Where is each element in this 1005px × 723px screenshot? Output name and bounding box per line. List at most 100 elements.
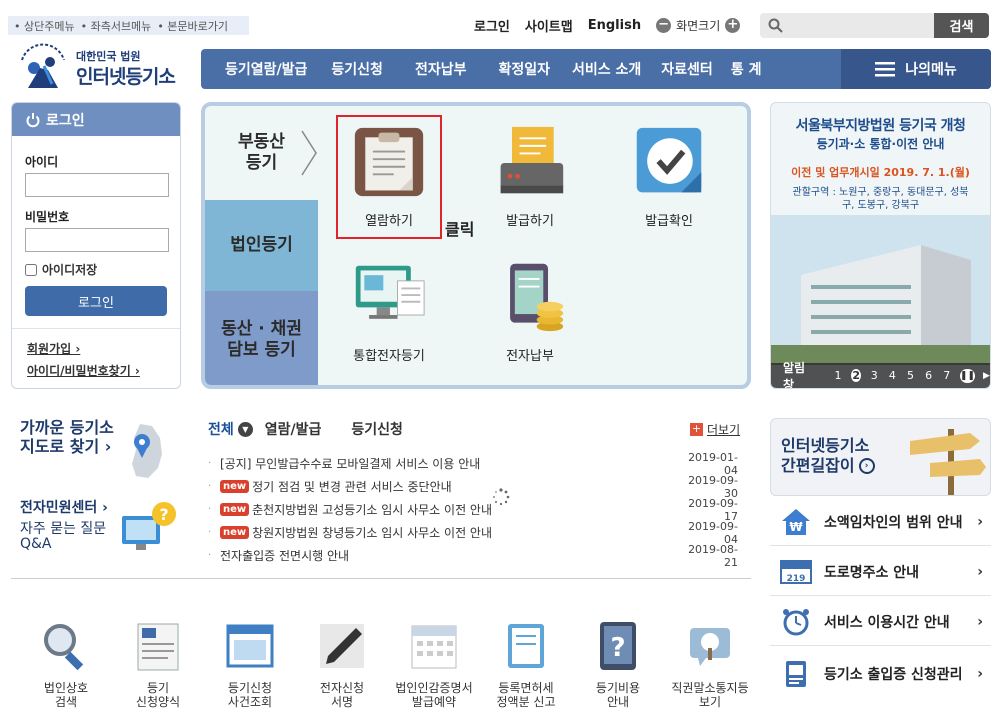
- bottom-item-case-lookup[interactable]: 등기신청 사건조회: [204, 620, 296, 709]
- more-link[interactable]: + 더보기: [690, 421, 740, 438]
- pause-icon[interactable]: ❚❚: [959, 368, 976, 383]
- nav-fixed-date[interactable]: 확정일자: [486, 59, 562, 79]
- logo[interactable]: 대한민국 법원 인터넷등기소: [14, 40, 194, 92]
- top-login-link[interactable]: 로그인: [474, 16, 510, 35]
- login-button[interactable]: 로그인: [25, 286, 167, 316]
- svg-text:₩: ₩: [789, 520, 803, 534]
- nearby-registry-link[interactable]: 가까운 등기소 지도로 찾기 ›: [20, 418, 114, 456]
- svg-text:?: ?: [610, 633, 625, 663]
- news-tab-view-issue[interactable]: 열람/발급: [265, 419, 322, 439]
- list-item[interactable]: · new 춘천지방법원 고성등기소 임시 사무소 이전 안내 2019-09-17: [208, 497, 738, 523]
- house-won-icon: ₩: [782, 508, 810, 535]
- right-link-small-tenant[interactable]: ₩ 소액임차인의 범위 안내 ›: [770, 498, 991, 546]
- tab-corporate-label: 법인등기: [230, 235, 293, 255]
- news-title: 창원지방법원 창녕등기소 임시 사무소 이전 안내: [252, 526, 493, 540]
- bottom-item-cancellation-notice[interactable]: 직권말소통지등 보기: [664, 620, 756, 709]
- chevron-right-icon: ›: [977, 563, 983, 580]
- search-button[interactable]: 검색: [934, 13, 989, 38]
- news-tab-apply[interactable]: 등기신청: [351, 419, 403, 439]
- save-id-checkbox[interactable]: [25, 263, 37, 276]
- service-e-payment[interactable]: 전자납부: [475, 260, 585, 364]
- bottom-item-seal-reservation[interactable]: 법인인감증명서 발급예약: [388, 620, 480, 709]
- bottom-item-corp-name-search[interactable]: 법인상호 검색: [20, 620, 112, 709]
- news-tab-all-label: 전체: [208, 422, 234, 438]
- nav-data-center[interactable]: 자료센터: [651, 59, 723, 79]
- monitor-document-icon: [355, 265, 425, 319]
- page-3[interactable]: 3: [869, 369, 879, 382]
- page-7[interactable]: 7: [942, 369, 952, 382]
- login-header-text: 로그인: [46, 112, 85, 129]
- tree-icon: [690, 628, 730, 666]
- news-tabs: 전체 ▼ 열람/발급 등기신청: [208, 419, 403, 439]
- news-tab-all[interactable]: 전체 ▼: [208, 419, 253, 439]
- id-field[interactable]: [25, 173, 169, 197]
- my-menu-button[interactable]: 나의메뉴: [841, 49, 991, 89]
- page-4[interactable]: 4: [887, 369, 897, 382]
- right-link-label: 서비스 이용시간 안내: [824, 614, 950, 631]
- nav-statistics[interactable]: 통 계: [723, 59, 770, 79]
- search-input[interactable]: [760, 13, 934, 38]
- my-menu-label: 나의메뉴: [905, 62, 957, 78]
- english-link[interactable]: English: [588, 18, 641, 33]
- nav-e-payment[interactable]: 전자납부: [395, 59, 487, 79]
- news-title: 춘천지방법원 고성등기소 임시 사무소 이전 안내: [252, 503, 493, 517]
- highlight-box: [336, 115, 442, 239]
- list-item[interactable]: · 전자출입증 전면시행 안내 2019-08-21: [208, 543, 738, 569]
- page-2[interactable]: 2: [851, 369, 862, 382]
- find-account-link[interactable]: 아이디/비밀번호찾기 ›: [27, 362, 180, 379]
- nav-service-intro[interactable]: 서비스 소개: [562, 59, 651, 79]
- chevron-down-icon: ▼: [237, 421, 253, 437]
- right-link-service-hours[interactable]: 서비스 이용시간 안내 ›: [770, 598, 991, 646]
- tab-movable[interactable]: 동산 · 채권 담보 등기: [205, 291, 318, 385]
- service-verify-label: 발급확인: [645, 214, 693, 229]
- right-link-pass-card[interactable]: 등기소 출입증 신청관리 ›: [770, 650, 991, 698]
- easy-guide-banner[interactable]: 인터넷등기소 간편길잡이 ›: [770, 418, 991, 496]
- magnifier-icon: [44, 624, 84, 671]
- notice-banner[interactable]: 서울북부지방법원 등기국 개청 등기과·소 통합·이전 안내 이전 및 업무개시…: [770, 102, 991, 389]
- list-item[interactable]: · new 창원지방법원 창녕등기소 임시 사무소 이전 안내 2019-09-04: [208, 520, 738, 546]
- bottom-item-cost-guide[interactable]: ? 등기비용 안내: [572, 620, 664, 709]
- bottom-item-e-signature[interactable]: 전자신청 서명: [296, 620, 388, 709]
- faq-label: 자주 묻는 질문: [20, 521, 107, 537]
- zoom-in-icon[interactable]: +: [725, 18, 741, 33]
- guide-title: 인터넷등기소: [781, 436, 870, 455]
- skip-link-content[interactable]: • 본문바로가기: [157, 18, 228, 33]
- next-arrow-icon[interactable]: ▶: [983, 371, 990, 381]
- question-icon: ?: [600, 622, 636, 670]
- page-1[interactable]: 1: [833, 369, 843, 382]
- page-6[interactable]: 6: [924, 369, 934, 382]
- e-civil-center-link[interactable]: 전자민원센터 ›: [20, 497, 108, 517]
- news-title: 전자출입증 전면시행 안내: [220, 549, 350, 563]
- nav-registry-view[interactable]: 등기열람/발급: [213, 59, 319, 79]
- tab-real-estate[interactable]: 부동산 등기: [205, 106, 318, 200]
- save-id-label: 아이디저장: [42, 263, 98, 277]
- service-issue[interactable]: 발급하기: [475, 125, 585, 229]
- nearby-registry-label: 가까운 등기소: [20, 418, 114, 437]
- more-label: 더보기: [707, 423, 741, 437]
- service-verify[interactable]: 발급확인: [614, 125, 724, 229]
- password-label: 비밀번호: [25, 210, 70, 224]
- bottom-item-forms[interactable]: 등기 신청양식: [112, 620, 204, 709]
- faq-link[interactable]: 자주 묻는 질문 Q&A: [20, 522, 106, 552]
- page-5[interactable]: 5: [905, 369, 915, 382]
- list-item[interactable]: · [공지] 무인발급수수료 모바일결제 서비스 이용 안내 2019-01-04: [208, 451, 738, 477]
- book-icon: [508, 624, 544, 668]
- alarm-clock-icon: [783, 608, 809, 635]
- join-link[interactable]: 회원가입 ›: [27, 340, 180, 357]
- service-integrated[interactable]: 통합전자등기: [334, 260, 444, 364]
- sitemap-link[interactable]: 사이트맵: [525, 16, 573, 35]
- court-building-image: [771, 215, 990, 365]
- bottom-item-license-tax[interactable]: 등록면허세 정액분 신고: [480, 620, 572, 709]
- password-field[interactable]: [25, 228, 169, 252]
- skip-link-top-menu[interactable]: • 상단주메뉴: [14, 18, 75, 33]
- right-link-label: 도로명주소 안내: [824, 564, 920, 581]
- right-link-road-address[interactable]: 219 도로명주소 안내 ›: [770, 548, 991, 596]
- tab-corporate[interactable]: 법인등기: [205, 200, 318, 291]
- nav-registry-apply[interactable]: 등기신청: [319, 59, 395, 79]
- zoom-out-icon[interactable]: −: [656, 18, 672, 33]
- skip-link-side-menu[interactable]: • 좌측서브메뉴: [81, 18, 152, 33]
- list-item[interactable]: · new 정기 점검 및 변경 관련 서비스 중단안내 2019-09-30: [208, 474, 738, 500]
- court-emblem-icon: [21, 43, 65, 88]
- news-title: [공지] 무인발급수수료 모바일결제 서비스 이용 안내: [220, 457, 481, 471]
- chevron-right-icon: ›: [977, 513, 983, 530]
